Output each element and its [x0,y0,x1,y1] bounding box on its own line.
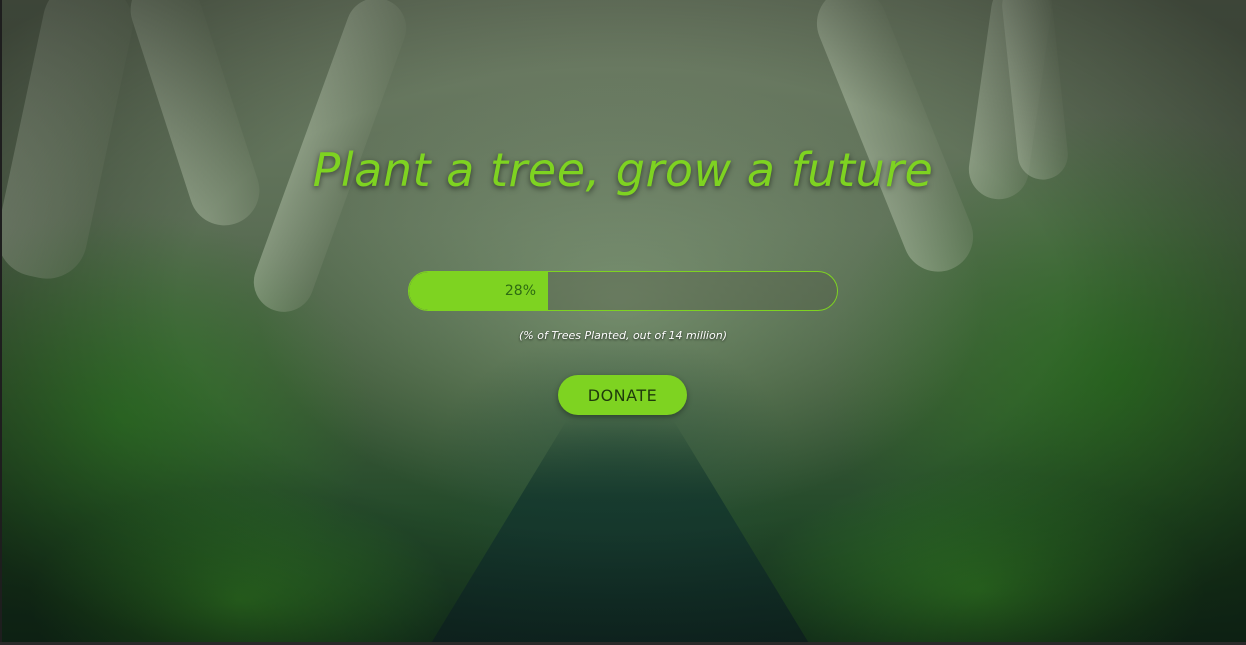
progress-caption: (% of Trees Planted, out of 14 million) [519,329,727,342]
progress-percent-label: 28% [504,283,536,299]
vignette-overlay [0,0,1246,645]
hero-headline: Plant a tree, grow a future [312,143,934,197]
donate-button[interactable]: DONATE [558,375,687,415]
trees-planted-progress-bar: 28% [408,271,838,311]
page: Plant a tree, grow a future 28% (% of Tr… [0,0,1246,645]
progress-bar-fill: 28% [409,272,548,310]
frame-border-left [0,0,2,645]
